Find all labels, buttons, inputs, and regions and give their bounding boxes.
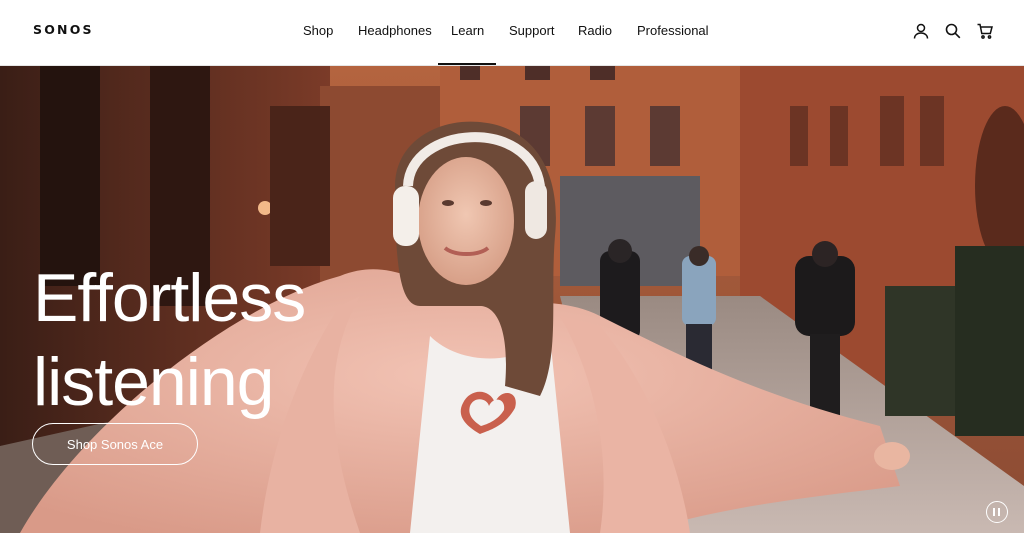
hero-headline-line-1: Effortless [33, 260, 306, 336]
nav-item-headphones[interactable]: Headphones [358, 23, 432, 38]
hero-headline: Effortless listening [33, 256, 433, 424]
search-icon[interactable] [944, 22, 962, 40]
nav-item-support[interactable]: Support [509, 23, 555, 38]
pause-icon[interactable] [986, 501, 1008, 523]
nav-item-radio[interactable]: Radio [578, 23, 612, 38]
nav-item-shop[interactable]: Shop [303, 23, 333, 38]
top-navigation: SONOS Shop Headphones Learn Support Radi… [0, 0, 1024, 66]
hero-headline-line-2: listening [33, 344, 275, 420]
shop-sonos-ace-button[interactable]: Shop Sonos Ace [32, 423, 198, 465]
main-menu: Shop Headphones Learn Support Radio Prof… [0, 0, 1024, 66]
header-tools [912, 22, 994, 40]
account-icon[interactable] [912, 22, 930, 40]
nav-active-indicator [438, 63, 496, 65]
cart-icon[interactable] [976, 22, 994, 40]
nav-item-professional[interactable]: Professional [637, 23, 709, 38]
pause-bar-left [993, 508, 995, 516]
nav-item-learn[interactable]: Learn [451, 23, 484, 38]
pause-bar-right [998, 508, 1000, 516]
hero-banner: Effortless listening Shop Sonos Ace [0, 66, 1024, 533]
